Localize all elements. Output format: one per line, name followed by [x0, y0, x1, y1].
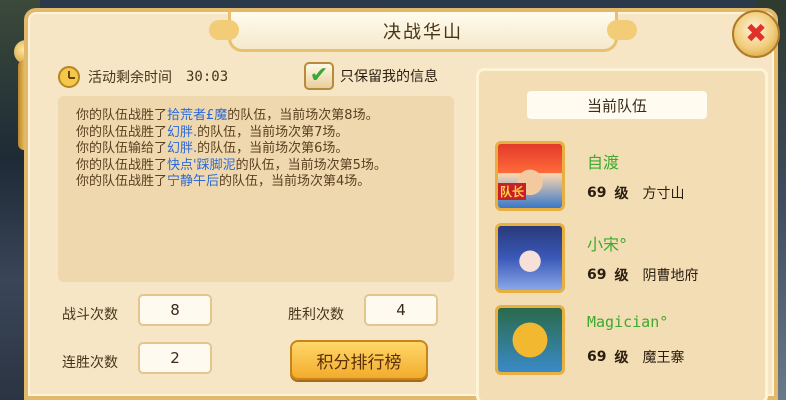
title-ornament-right: [607, 20, 637, 40]
log-entry: 你的队伍输给了幻胖.的队伍，当前场次第6场。: [76, 141, 349, 156]
level-unit: 级: [614, 268, 629, 284]
tiger-avatar[interactable]: [495, 305, 565, 375]
clock-icon: [58, 66, 80, 88]
member-name: 自渡: [587, 153, 620, 172]
member-level: 69: [587, 349, 607, 365]
wins-value: 4: [364, 294, 438, 326]
opponent-name: 拾荒者£魔: [167, 108, 228, 123]
only-mine-filter[interactable]: ✔ 只保留我的信息: [304, 60, 438, 92]
member-school: 方寸山: [642, 186, 685, 202]
member-school: 阴曹地府: [642, 268, 699, 284]
team-member[interactable]: Magician° 69 级 魔王寨: [495, 305, 765, 379]
blue-hair-avatar[interactable]: [495, 223, 565, 293]
wins-label: 胜利次数: [288, 307, 344, 323]
timer-value: 30:03: [186, 69, 229, 85]
opponent-name: 幻胖.: [167, 124, 198, 140]
log-entry: 你的队伍战胜了幻胖.的队伍，当前场次第7场。: [76, 124, 349, 140]
opponent-name: 宁静午后: [167, 174, 220, 189]
only-mine-label[interactable]: 只保留我的信息: [340, 66, 438, 86]
only-mine-checkbox[interactable]: ✔: [304, 62, 334, 90]
title-ornament-left: [209, 20, 239, 40]
opponent-name: 幻胖.: [167, 141, 198, 156]
dialog-title: 决战华山: [383, 21, 463, 43]
member-name: 小宋°: [587, 235, 628, 254]
level-unit: 级: [614, 350, 629, 366]
captain-badge: 队长: [498, 183, 527, 200]
opponent-name: 快点'踩脚泥: [167, 157, 236, 173]
level-unit: 级: [614, 186, 629, 202]
member-level: 69: [587, 185, 607, 201]
member-school: 魔王寨: [642, 350, 685, 366]
battles-value: 8: [138, 294, 212, 326]
log-entry: 你的队伍战胜了宁静午后的队伍，当前场次第4场。: [76, 174, 371, 189]
timer-row: 活动剩余时间 30:03: [58, 64, 338, 90]
member-level: 69: [587, 267, 607, 283]
team-member[interactable]: 小宋° 69 级 阴曹地府: [495, 223, 765, 297]
streak-value: 2: [138, 342, 212, 374]
streak-label: 连胜次数: [62, 355, 118, 371]
team-member[interactable]: 队长 自渡 69 级 方寸山: [495, 141, 765, 215]
member-level-row: 69 级 魔王寨: [587, 347, 684, 367]
member-name: Magician°: [587, 313, 669, 331]
timer-label: 活动剩余时间: [88, 70, 172, 86]
battle-dialog: 决战华山 ✖ 活动剩余时间 30:03 ✔ 只保留我的信息 你的队伍战胜了拾荒者…: [24, 8, 780, 400]
close-icon: ✖: [745, 19, 767, 49]
battles-label: 战斗次数: [62, 307, 118, 323]
battle-log[interactable]: 你的队伍战胜了拾荒者£魔的队伍，当前场次第8场。 你的队伍战胜了幻胖.的队伍，当…: [58, 96, 454, 282]
red-hair-avatar[interactable]: 队长: [495, 141, 565, 211]
current-team-panel: 当前队伍 队长 自渡 69 级 方寸山 小宋° 69 级 阴曹地府 Magici…: [476, 68, 768, 400]
log-entry: 你的队伍战胜了快点'踩脚泥的队伍，当前场次第5场。: [76, 157, 387, 173]
member-level-row: 69 级 阴曹地府: [587, 265, 698, 285]
checkmark-icon: ✔: [309, 63, 329, 88]
title-bar: 决战华山: [209, 12, 637, 52]
ranking-button[interactable]: 积分排行榜: [290, 340, 428, 380]
close-button[interactable]: ✖: [732, 10, 780, 58]
member-level-row: 69 级 方寸山: [587, 183, 684, 203]
team-header: 当前队伍: [527, 91, 707, 119]
log-entry: 你的队伍战胜了拾荒者£魔的队伍，当前场次第8场。: [76, 108, 379, 123]
